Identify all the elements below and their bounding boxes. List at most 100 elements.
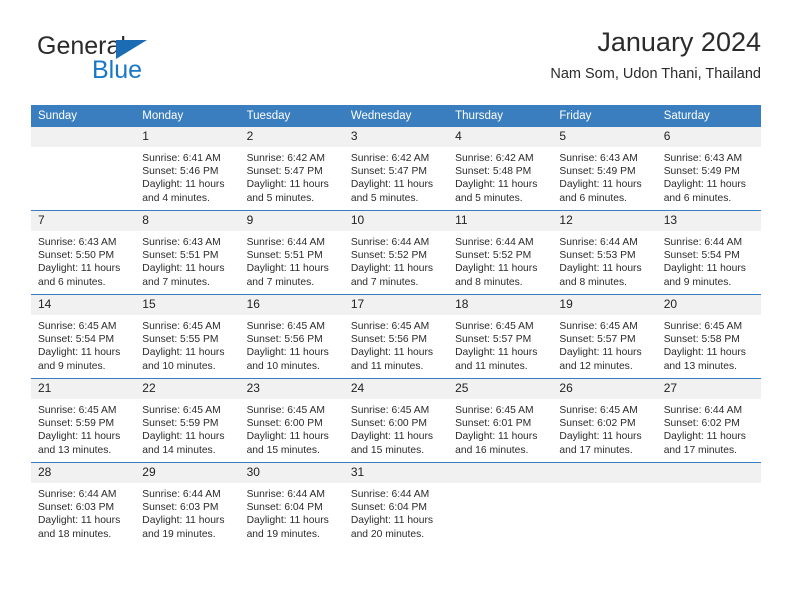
day-details: Sunrise: 6:43 AM Sunset: 5:50 PM Daylight:… — [31, 231, 135, 289]
daylight-text-line2: and 12 minutes. — [559, 360, 633, 372]
calendar-day-cell[interactable]: 30 Sunrise: 6:44 AM Sunset: 6:04 PM Dayligh… — [239, 462, 344, 546]
day-details: Sunrise: 6:44 AM Sunset: 6:02 PM Daylight:… — [657, 399, 761, 457]
calendar-day-cell[interactable]: 21 Sunrise: 6:45 AM Sunset: 5:59 PM Dayligh… — [31, 378, 136, 463]
sunrise-text: Sunrise: 6:45 AM — [38, 321, 117, 332]
calendar-day-cell[interactable]: 20 Sunrise: 6:45 AM Sunset: 5:58 PM Dayligh… — [656, 294, 761, 379]
sunset-text: Sunset: 6:00 PM — [350, 418, 427, 430]
day-number: 25 — [448, 379, 553, 399]
sunset-text: Sunset: 5:59 PM — [142, 418, 219, 430]
day-number: 13 — [656, 211, 761, 231]
day-details: Sunrise: 6:44 AM Sunset: 6:04 PM Daylight:… — [240, 483, 344, 541]
calendar-day-cell[interactable]: 19 Sunrise: 6:45 AM Sunset: 5:57 PM Dayligh… — [552, 294, 657, 379]
daylight-text-line2: and 20 minutes. — [350, 528, 425, 540]
daylight-text-line1: Daylight: 11 hours — [38, 347, 121, 359]
sunset-text: Sunset: 5:57 PM — [455, 334, 532, 346]
calendar-day-cell[interactable]: 14 Sunrise: 6:45 AM Sunset: 5:54 PM Dayligh… — [31, 294, 136, 379]
calendar-day-cell[interactable]: 29 Sunrise: 6:44 AM Sunset: 6:03 PM Dayligh… — [135, 462, 240, 546]
calendar-day-cell[interactable]: 28 Sunrise: 6:44 AM Sunset: 6:03 PM Dayligh… — [31, 462, 136, 546]
calendar-day-cell[interactable]: 4 Sunrise: 6:42 AM Sunset: 5:48 PM Daylight… — [448, 127, 553, 211]
calendar-day-cell[interactable]: 26 Sunrise: 6:45 AM Sunset: 6:02 PM Dayligh… — [552, 378, 657, 463]
calendar-day-cell[interactable]: 1 Sunrise: 6:41 AM Sunset: 5:46 PM Daylight… — [135, 127, 240, 211]
sunrise-text: Sunrise: 6:44 AM — [663, 405, 743, 416]
calendar-day-cell[interactable]: 18 Sunrise: 6:45 AM Sunset: 5:57 PM Dayligh… — [448, 294, 553, 379]
sunrise-text: Sunrise: 6:43 AM — [38, 237, 117, 248]
sunrise-text: Sunrise: 6:41 AM — [142, 153, 221, 164]
calendar-day-cell[interactable]: 5 Sunrise: 6:43 AM Sunset: 5:49 PM Daylight… — [552, 127, 657, 211]
calendar-day-cell[interactable]: 7 Sunrise: 6:43 AM Sunset: 5:50 PM Daylight… — [31, 210, 136, 295]
calendar-day-cell[interactable]: 16 Sunrise: 6:45 AM Sunset: 5:56 PM Dayligh… — [239, 294, 344, 379]
daylight-text-line1: Daylight: 11 hours — [559, 179, 642, 191]
daylight-text-line2: and 7 minutes. — [246, 276, 315, 288]
daylight-text-line1: Daylight: 11 hours — [663, 179, 746, 191]
day-number: 19 — [552, 295, 657, 315]
sunset-text: Sunset: 6:02 PM — [559, 418, 636, 430]
daylight-text-line2: and 14 minutes. — [142, 444, 216, 456]
calendar-week-row: 28 Sunrise: 6:44 AM Sunset: 6:03 PM Dayligh… — [31, 462, 761, 546]
weekday-header-saturday: Saturday — [656, 105, 761, 127]
calendar-day-cell[interactable]: 3 Sunrise: 6:42 AM Sunset: 5:47 PM Daylight… — [343, 127, 449, 211]
calendar-day-cell[interactable]: 11 Sunrise: 6:44 AM Sunset: 5:52 PM Dayligh… — [448, 210, 553, 295]
weekday-header-wednesday: Wednesday — [343, 105, 449, 127]
day-details: Sunrise: 6:45 AM Sunset: 6:00 PM Daylight:… — [240, 399, 344, 457]
calendar-day-cell[interactable]: 10 Sunrise: 6:44 AM Sunset: 5:52 PM Dayligh… — [343, 210, 449, 295]
sunset-text: Sunset: 5:57 PM — [559, 334, 636, 346]
day-number: 20 — [656, 295, 761, 315]
sunrise-text: Sunrise: 6:45 AM — [350, 405, 430, 416]
day-number: 17 — [343, 295, 449, 315]
daylight-text-line2: and 13 minutes. — [38, 444, 112, 456]
daylight-text-line2: and 15 minutes. — [246, 444, 320, 456]
daylight-text-line2: and 11 minutes. — [350, 360, 424, 372]
day-number: 30 — [239, 463, 344, 483]
day-number: 1 — [135, 127, 240, 147]
calendar-day-cell[interactable]: 12 Sunrise: 6:44 AM Sunset: 5:53 PM Dayligh… — [552, 210, 657, 295]
daylight-text-line1: Daylight: 11 hours — [350, 431, 434, 443]
day-details: Sunrise: 6:43 AM Sunset: 5:49 PM Daylight:… — [657, 147, 761, 205]
page-header: General Blue January 2024 Nam Som, Udon … — [31, 27, 761, 100]
sunset-text: Sunset: 5:59 PM — [38, 418, 115, 430]
day-details: Sunrise: 6:43 AM Sunset: 5:51 PM Daylight:… — [135, 231, 239, 289]
sunset-text: Sunset: 6:03 PM — [142, 502, 219, 514]
daylight-text-line1: Daylight: 11 hours — [38, 431, 121, 443]
calendar-day-cell[interactable]: 8 Sunrise: 6:43 AM Sunset: 5:51 PM Daylight… — [135, 210, 240, 295]
daylight-text-line1: Daylight: 11 hours — [663, 263, 746, 275]
weekday-header-tuesday: Tuesday — [239, 105, 344, 127]
sunrise-text: Sunrise: 6:45 AM — [142, 405, 221, 416]
calendar-day-cell[interactable]: 23 Sunrise: 6:45 AM Sunset: 6:00 PM Dayligh… — [239, 378, 344, 463]
daylight-text-line1: Daylight: 11 hours — [142, 179, 225, 191]
daylight-text-line1: Daylight: 11 hours — [38, 515, 121, 527]
calendar-day-cell[interactable]: 31 Sunrise: 6:44 AM Sunset: 6:04 PM Dayligh… — [343, 462, 449, 546]
calendar-day-cell[interactable]: 9 Sunrise: 6:44 AM Sunset: 5:51 PM Daylight… — [239, 210, 344, 295]
calendar-day-cell[interactable]: 17 Sunrise: 6:45 AM Sunset: 5:56 PM Dayligh… — [343, 294, 449, 379]
calendar-day-cell[interactable]: 24 Sunrise: 6:45 AM Sunset: 6:00 PM Dayligh… — [343, 378, 449, 463]
calendar-cell-empty — [656, 462, 761, 546]
calendar-day-cell[interactable]: 6 Sunrise: 6:43 AM Sunset: 5:49 PM Daylight… — [656, 127, 761, 211]
sunset-text: Sunset: 6:03 PM — [38, 502, 115, 514]
sunrise-text: Sunrise: 6:44 AM — [246, 489, 325, 500]
sunset-text: Sunset: 5:47 PM — [246, 166, 323, 178]
daylight-text-line1: Daylight: 11 hours — [455, 263, 538, 275]
general-blue-logo[interactable]: General Blue — [31, 34, 231, 94]
daylight-text-line2: and 4 minutes. — [142, 192, 210, 204]
day-details: Sunrise: 6:44 AM Sunset: 5:52 PM Daylight:… — [344, 231, 448, 289]
sunrise-text: Sunrise: 6:45 AM — [559, 321, 638, 332]
sunrise-text: Sunrise: 6:42 AM — [246, 153, 325, 164]
sunrise-text: Sunrise: 6:45 AM — [350, 321, 430, 332]
day-details: Sunrise: 6:45 AM Sunset: 6:02 PM Daylight:… — [552, 399, 656, 457]
daylight-text-line2: and 11 minutes. — [455, 360, 528, 372]
sunset-text: Sunset: 5:46 PM — [142, 166, 219, 178]
calendar-day-cell[interactable]: 13 Sunrise: 6:44 AM Sunset: 5:54 PM Dayligh… — [656, 210, 761, 295]
calendar-day-cell[interactable]: 25 Sunrise: 6:45 AM Sunset: 6:01 PM Dayligh… — [448, 378, 553, 463]
daylight-text-line2: and 10 minutes. — [142, 360, 216, 372]
calendar-day-cell[interactable]: 15 Sunrise: 6:45 AM Sunset: 5:55 PM Dayligh… — [135, 294, 240, 379]
calendar-cell-empty — [552, 462, 657, 546]
calendar-day-cell[interactable]: 2 Sunrise: 6:42 AM Sunset: 5:47 PM Daylight… — [239, 127, 344, 211]
sunset-text: Sunset: 5:48 PM — [455, 166, 532, 178]
weekday-header-monday: Monday — [135, 105, 240, 127]
calendar-day-cell[interactable]: 27 Sunrise: 6:44 AM Sunset: 6:02 PM Dayligh… — [656, 378, 761, 463]
day-number: 29 — [135, 463, 240, 483]
daylight-text-line2: and 7 minutes. — [142, 276, 210, 288]
day-details: Sunrise: 6:44 AM Sunset: 5:51 PM Daylight:… — [240, 231, 344, 289]
daylight-text-line1: Daylight: 11 hours — [455, 347, 538, 359]
sunrise-text: Sunrise: 6:45 AM — [559, 405, 638, 416]
calendar-day-cell[interactable]: 22 Sunrise: 6:45 AM Sunset: 5:59 PM Dayligh… — [135, 378, 240, 463]
